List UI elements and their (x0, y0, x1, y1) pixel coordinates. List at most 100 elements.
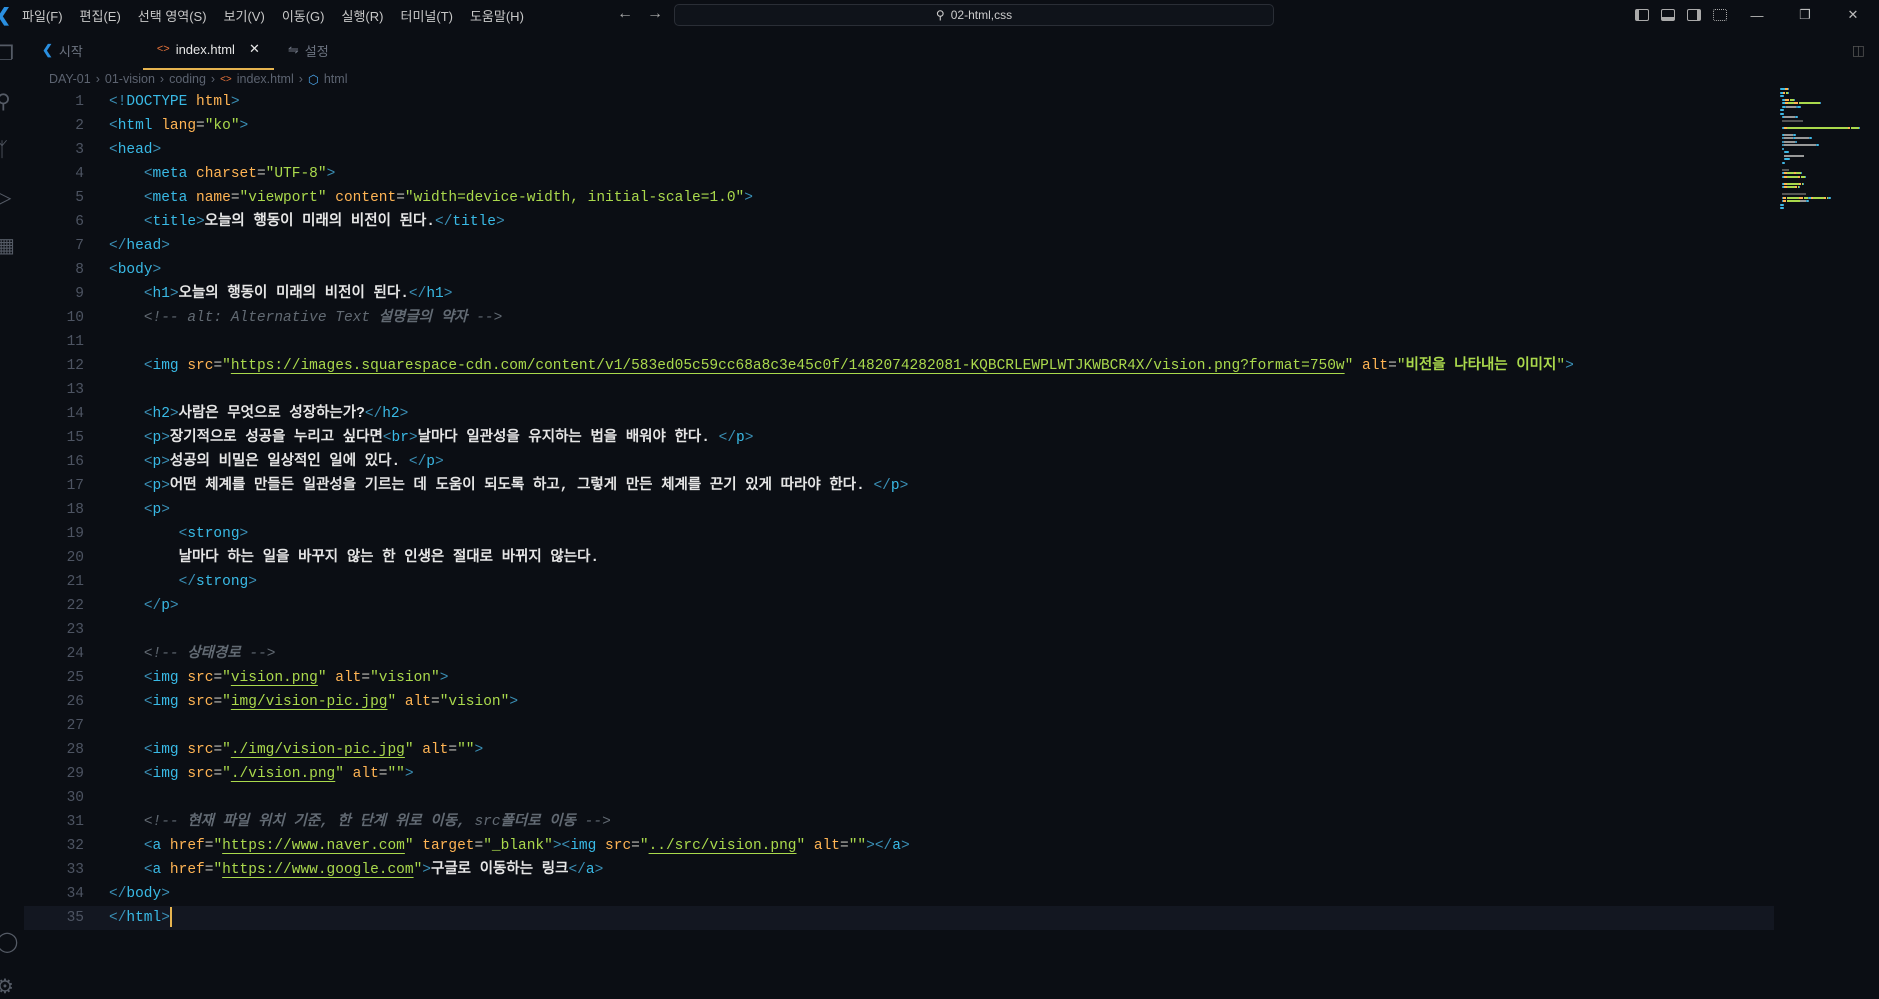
line-content: </body> (84, 882, 170, 906)
code-line[interactable]: 13 (24, 378, 1774, 402)
restore-button[interactable]: ❐ (1787, 7, 1823, 23)
menu-item[interactable]: 터미널(T) (400, 9, 452, 24)
code-editor[interactable]: 1 <!DOCTYPE html> 2 <html lang="ko"> 3 <head>… (24, 90, 1774, 930)
back-arrow-icon[interactable]: ← (617, 5, 633, 23)
tab-welcome[interactable]: ❮ 시작 (24, 30, 97, 70)
code-line[interactable]: 35 </html> (24, 906, 1774, 930)
code-line[interactable]: 25 <img src="vision.png" alt="vision"> (24, 666, 1774, 690)
line-content: <img src="vision.png" alt="vision"> (84, 666, 449, 690)
activity-bar: ❐ ⚲ ᛉ ▷ ▦ ◯ ⚙ (0, 30, 24, 998)
code-token: src (178, 670, 214, 686)
code-line[interactable]: 15 <p>장기적으로 성공을 누리고 싶다면<br>날마다 일관성을 유지하는… (24, 426, 1774, 450)
code-line[interactable]: 21 </strong> (24, 570, 1774, 594)
code-line[interactable]: 32 <a href="https://www.naver.com" targe… (24, 834, 1774, 858)
forward-arrow-icon[interactable]: → (647, 5, 663, 23)
menu-item[interactable]: 편집(E) (80, 9, 121, 24)
explorer-icon[interactable]: ❐ (0, 42, 20, 66)
breadcrumb-item[interactable]: html (324, 72, 348, 86)
manage-gear-icon[interactable]: ⚙ (0, 975, 20, 999)
code-line[interactable]: 29 <img src="./vision.png" alt=""> (24, 762, 1774, 786)
code-token: = (631, 838, 640, 854)
breadcrumb-item[interactable]: 01-vision (105, 72, 155, 86)
breadcrumb-item[interactable]: index.html (237, 72, 294, 86)
code-line[interactable]: 14 <h2>사람은 무엇으로 성장하는가?</h2> (24, 402, 1774, 426)
code-token: = (431, 694, 440, 710)
code-line[interactable]: 5 <meta name="viewport" content="width=d… (24, 186, 1774, 210)
code-token: " (1396, 358, 1406, 374)
minimize-button[interactable]: — (1739, 8, 1775, 23)
tab-index-html[interactable]: <> index.html ✕ (142, 30, 274, 70)
toggle-secondary-sidebar-icon[interactable] (1687, 9, 1701, 21)
line-number: 2 (75, 118, 84, 134)
close-tab-icon[interactable]: ✕ (249, 41, 260, 57)
code-line[interactable]: 27 (24, 714, 1774, 738)
code-line[interactable]: 9 <h1>오늘의 행동이 미래의 비전이 된다.</h1> (24, 282, 1774, 306)
code-line[interactable]: 1 <!DOCTYPE html> (24, 90, 1774, 114)
code-line[interactable]: 30 (24, 786, 1774, 810)
code-token: > (169, 286, 179, 302)
code-line[interactable]: 6 <title>오늘의 행동이 미래의 비전이 된다.</title> (24, 210, 1774, 234)
code-token: charset (187, 166, 257, 182)
close-button[interactable]: ✕ (1835, 7, 1871, 23)
code-line[interactable]: 7 </head> (24, 234, 1774, 258)
code-line[interactable]: 34 </body> (24, 882, 1774, 906)
code-token: " (222, 694, 231, 710)
line-number: 26 (66, 694, 84, 710)
code-line[interactable]: 19 <strong> (24, 522, 1774, 546)
code-line[interactable]: 31 <!-- 현재 파일 위치 기준, 한 단계 위로 이동, src폴더로 … (24, 810, 1774, 834)
line-content (84, 714, 109, 738)
breadcrumb-item[interactable]: DAY-01 (49, 72, 91, 86)
code-line[interactable]: 24 <!-- 상태경로 --> (24, 642, 1774, 666)
menu-item[interactable]: 선택 영역(S) (138, 9, 207, 24)
code-line[interactable]: 22 </p> (24, 594, 1774, 618)
code-line[interactable]: 4 <meta charset="UTF-8"> (24, 162, 1774, 186)
code-token: < (143, 838, 153, 854)
search-icon[interactable]: ⚲ (0, 90, 20, 114)
menu-item[interactable]: 보기(V) (224, 9, 265, 24)
code-token: > (509, 694, 519, 710)
menu-item[interactable]: 파일(F) (22, 9, 63, 24)
code-token: < (143, 454, 153, 470)
code-token: html (126, 910, 162, 926)
minimap-mark (1783, 161, 1785, 164)
code-line[interactable]: 16 <p>성공의 비밀은 일상적인 일에 있다. </p> (24, 450, 1774, 474)
toggle-primary-sidebar-icon[interactable] (1635, 9, 1649, 21)
toggle-panel-icon[interactable] (1661, 9, 1675, 21)
code-token: 장기적으로 성공을 누리고 싶다면 (169, 430, 383, 446)
run-debug-icon[interactable]: ▷ (0, 186, 20, 210)
customize-layout-icon[interactable] (1713, 9, 1727, 21)
menu-item[interactable]: 실행(R) (342, 9, 384, 24)
source-control-icon[interactable]: ᛉ (0, 138, 20, 162)
code-line[interactable]: 33 <a href="https://www.google.com">구글로 … (24, 858, 1774, 882)
tab-settings[interactable]: ⇋ 설정 (274, 30, 343, 70)
code-token: < (143, 166, 153, 182)
code-token: name (187, 190, 231, 206)
menu-item[interactable]: 도움말(H) (470, 9, 524, 24)
html-file-icon: <> (156, 43, 170, 55)
account-icon[interactable]: ◯ (0, 930, 20, 954)
code-line[interactable]: 26 <img src="img/vision-pic.jpg" alt="vi… (24, 690, 1774, 714)
code-line[interactable]: 23 (24, 618, 1774, 642)
code-line[interactable]: 11 (24, 330, 1774, 354)
line-number: 33 (66, 862, 84, 878)
code-line[interactable]: 20 날마다 하는 일을 바꾸지 않는 한 인생은 절대로 바뀌지 않는다. (24, 546, 1774, 570)
code-token: img (152, 670, 179, 686)
code-line[interactable]: 10 <!-- alt: Alternative Text 설명글의 약자 --… (24, 306, 1774, 330)
breadcrumb-item[interactable]: coding (169, 72, 206, 86)
code-line[interactable]: 28 <img src="./img/vision-pic.jpg" alt="… (24, 738, 1774, 762)
code-line[interactable]: 2 <html lang="ko"> (24, 114, 1774, 138)
code-token: " (639, 838, 649, 854)
menu-item[interactable]: 이동(G) (282, 9, 325, 24)
line-number: 15 (66, 430, 84, 446)
code-line[interactable]: 12 <img src="https://images.squarespace-… (24, 354, 1774, 378)
minimap[interactable] (1780, 88, 1879, 209)
code-line[interactable]: 8 <body> (24, 258, 1774, 282)
command-center-search[interactable]: ⚲ 02-html,css (674, 4, 1274, 26)
extensions-icon[interactable]: ▦ (0, 234, 20, 258)
split-editor-icon[interactable]: ◫ (1852, 42, 1865, 59)
code-line[interactable]: 3 <head> (24, 138, 1774, 162)
code-line[interactable]: 17 <p>어떤 체계를 만들든 일관성을 기르는 데 도움이 되도록 하고, … (24, 474, 1774, 498)
code-token: head (117, 142, 153, 158)
code-line[interactable]: 18 <p> (24, 498, 1774, 522)
